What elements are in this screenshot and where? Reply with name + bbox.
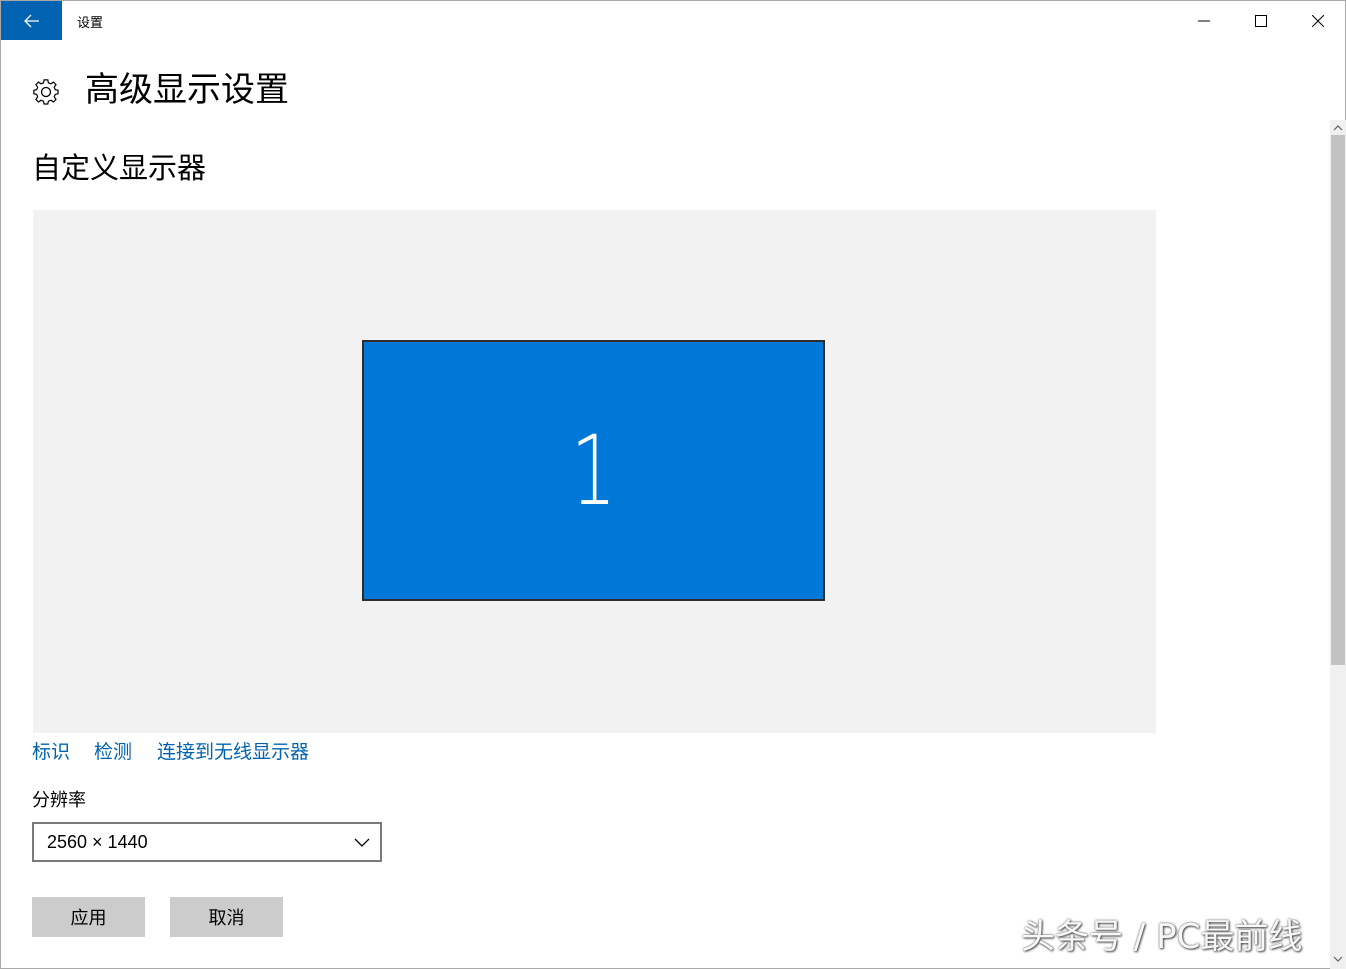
minimize-icon (1197, 20, 1210, 21)
maximize-button[interactable] (1232, 1, 1289, 40)
detect-link[interactable]: 检测 (94, 739, 132, 765)
resolution-dropdown[interactable]: 2560 × 1440 (32, 822, 382, 862)
minimize-button[interactable] (1175, 1, 1232, 40)
window-title: 设置 (77, 16, 104, 31)
settings-window: 设置 高级显示设置 自定义显示器 1 标识 检测 连接到无线显示器 分辨率 25… (0, 0, 1346, 969)
maximize-icon (1254, 14, 1267, 27)
close-icon (1311, 14, 1324, 27)
chevron-down-icon (354, 838, 370, 847)
watermark: 头条号 / PC最前线 (1021, 917, 1303, 957)
section-title: 自定义显示器 (32, 151, 207, 185)
cancel-button[interactable]: 取消 (170, 897, 283, 937)
scroll-down-arrow-icon[interactable] (1333, 954, 1343, 964)
gear-icon (33, 79, 59, 105)
identify-link[interactable]: 标识 (32, 739, 70, 765)
monitor-1[interactable]: 1 (362, 340, 825, 601)
close-button[interactable] (1289, 1, 1346, 40)
page-title: 高级显示设置 (85, 70, 289, 110)
scrollbar-thumb[interactable] (1331, 135, 1345, 665)
apply-button[interactable]: 应用 (32, 897, 145, 937)
connect-wireless-display-link[interactable]: 连接到无线显示器 (157, 739, 309, 765)
resolution-label: 分辨率 (32, 790, 86, 811)
back-arrow-icon (23, 14, 39, 27)
scroll-up-arrow-icon[interactable] (1333, 123, 1343, 133)
display-arrangement-area: 1 (33, 210, 1156, 733)
resolution-value: 2560 × 1440 (47, 832, 148, 852)
back-button[interactable] (1, 1, 62, 40)
monitor-number: 1 (570, 414, 617, 527)
title-bar: 设置 (1, 1, 1345, 40)
